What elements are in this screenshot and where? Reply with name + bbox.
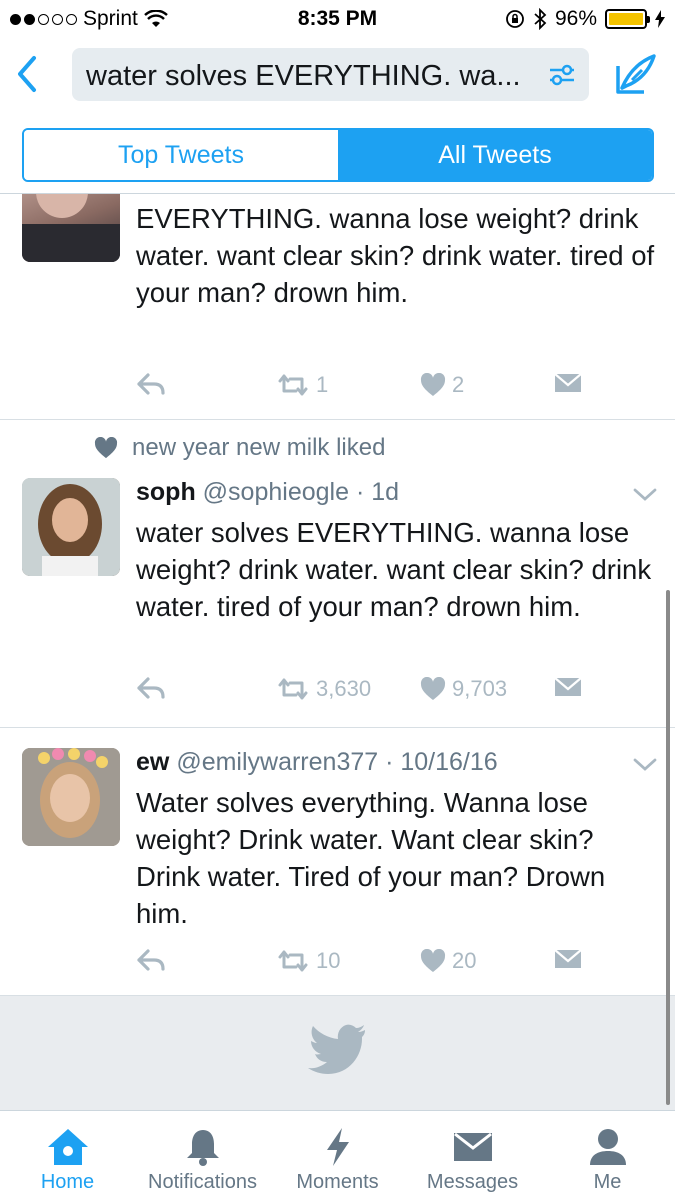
- direct-message-button[interactable]: [554, 676, 582, 698]
- retweet-count: 1: [316, 372, 329, 397]
- bell-icon: [186, 1130, 219, 1166]
- tweet-actions: 3,630 9,703: [136, 676, 656, 706]
- chevron-down-icon[interactable]: [632, 756, 658, 774]
- like-button[interactable]: 9,703: [420, 676, 507, 702]
- retweet-icon: [278, 950, 308, 972]
- battery-percent: 96%: [554, 7, 597, 30]
- tweet-filter-segmented-control: Top Tweets All Tweets: [22, 128, 654, 182]
- tweet-time: 1d: [371, 478, 400, 506]
- twitter-bird-icon: [308, 1024, 365, 1074]
- profile-photo-icon: [22, 748, 120, 846]
- tab-messages[interactable]: Messages: [405, 1111, 540, 1200]
- charging-bolt-icon: [655, 10, 665, 28]
- heart-icon: [420, 677, 446, 700]
- retweet-button[interactable]: 3,630: [276, 676, 371, 702]
- avatar[interactable]: [22, 748, 120, 846]
- back-button[interactable]: [10, 52, 46, 96]
- social-context: new year new milk liked: [94, 434, 385, 462]
- tweet-feed[interactable]: EVERYTHING. wanna lose weight? drink wat…: [0, 194, 675, 1110]
- person-icon: [589, 1129, 626, 1165]
- tab-moments[interactable]: Moments: [270, 1111, 405, 1200]
- status-right: 96%: [505, 7, 665, 31]
- reply-button[interactable]: [136, 676, 166, 700]
- tweet-text: EVERYTHING. wanna lose weight? drink wat…: [136, 203, 655, 308]
- envelope-icon: [554, 373, 582, 392]
- envelope-icon: [453, 1132, 492, 1161]
- scrollbar[interactable]: [666, 590, 670, 1105]
- orientation-lock-icon: [506, 10, 524, 28]
- envelope-icon: [554, 949, 582, 968]
- author-handle[interactable]: @sophieogle: [203, 478, 349, 506]
- lightning-icon: [326, 1128, 349, 1166]
- social-context-text: new year new milk liked: [132, 434, 386, 461]
- search-input[interactable]: water solves EVERYTHING. wa...: [72, 48, 589, 101]
- compose-tweet-button[interactable]: [612, 52, 658, 98]
- retweet-count: 3,630: [316, 676, 372, 701]
- direct-message-button[interactable]: [554, 372, 582, 394]
- tab-notifications[interactable]: Notifications: [135, 1111, 270, 1200]
- tweet-text: Water solves everything. Wanna lose weig…: [136, 787, 606, 929]
- tweet-actions: 1 2: [136, 372, 656, 402]
- search-query: water solves EVERYTHING. wa...: [86, 60, 521, 92]
- tab-label: Notifications: [148, 1171, 257, 1193]
- reply-icon: [137, 373, 165, 395]
- like-button[interactable]: 20: [420, 948, 476, 974]
- author-name[interactable]: ew: [136, 748, 169, 776]
- tab-label: Home: [40, 1171, 95, 1193]
- profile-photo-icon: [22, 478, 120, 576]
- heart-icon: [420, 949, 446, 972]
- like-count: 9,703: [452, 676, 508, 701]
- bluetooth-icon: [534, 8, 547, 30]
- heart-icon: [94, 437, 118, 459]
- compose-feather-icon: [616, 54, 656, 94]
- separator-dot: ·: [349, 478, 372, 506]
- like-count: 2: [452, 372, 465, 397]
- tab-label: Messages: [426, 1171, 519, 1193]
- retweet-button[interactable]: 10: [276, 948, 340, 974]
- direct-message-button[interactable]: [554, 948, 582, 970]
- reply-icon: [137, 677, 165, 699]
- retweet-icon: [278, 374, 308, 396]
- retweet-count: 10: [316, 948, 341, 973]
- profile-photo-icon: [22, 194, 120, 262]
- end-of-results: [0, 996, 675, 1110]
- like-count: 20: [452, 948, 477, 973]
- tab-label: Moments: [296, 1171, 379, 1193]
- avatar[interactable]: [22, 478, 120, 576]
- tweet-header: soph @sophieogle · 1d: [136, 478, 399, 507]
- tab-label: Me: [593, 1171, 622, 1193]
- tab-all-tweets[interactable]: All Tweets: [338, 130, 652, 180]
- like-button[interactable]: 2: [420, 372, 464, 398]
- tweet-time: 10/16/16: [400, 748, 498, 776]
- home-icon: [47, 1129, 88, 1165]
- bottom-tab-bar: Home Notifications Moments Messages Me: [0, 1110, 675, 1200]
- tab-top-tweets[interactable]: Top Tweets: [24, 130, 338, 180]
- author-handle[interactable]: @emilywarren377: [176, 748, 378, 776]
- tweet-item[interactable]: ew @emilywarren377 · 10/16/16 Water solv…: [0, 728, 675, 996]
- tab-home[interactable]: Home: [0, 1111, 135, 1200]
- reply-button[interactable]: [136, 372, 166, 396]
- tweet-text: water solves EVERYTHING. wanna lose weig…: [136, 517, 652, 622]
- author-name[interactable]: soph: [136, 478, 196, 506]
- status-bar: Sprint 8:35 PM 96%: [0, 0, 675, 38]
- chevron-down-icon[interactable]: [632, 486, 658, 504]
- tweet-header: ew @emilywarren377 · 10/16/16: [136, 748, 498, 777]
- tweet-actions: 10 20: [136, 948, 656, 978]
- envelope-icon: [554, 677, 582, 696]
- tweet-item[interactable]: new year new milk liked soph @sophieogle…: [0, 420, 675, 728]
- tab-me[interactable]: Me: [540, 1111, 675, 1200]
- search-header: water solves EVERYTHING. wa...: [0, 38, 675, 112]
- separator-dot: ·: [378, 748, 401, 776]
- tweet-item[interactable]: EVERYTHING. wanna lose weight? drink wat…: [0, 194, 675, 420]
- filter-settings-icon[interactable]: [547, 61, 577, 89]
- reply-button[interactable]: [136, 948, 166, 972]
- heart-icon: [420, 373, 446, 396]
- reply-icon: [137, 949, 165, 971]
- avatar[interactable]: [22, 194, 120, 262]
- retweet-icon: [278, 678, 308, 700]
- chevron-left-icon: [18, 56, 36, 92]
- battery-icon: [605, 9, 650, 29]
- retweet-button[interactable]: 1: [276, 372, 328, 398]
